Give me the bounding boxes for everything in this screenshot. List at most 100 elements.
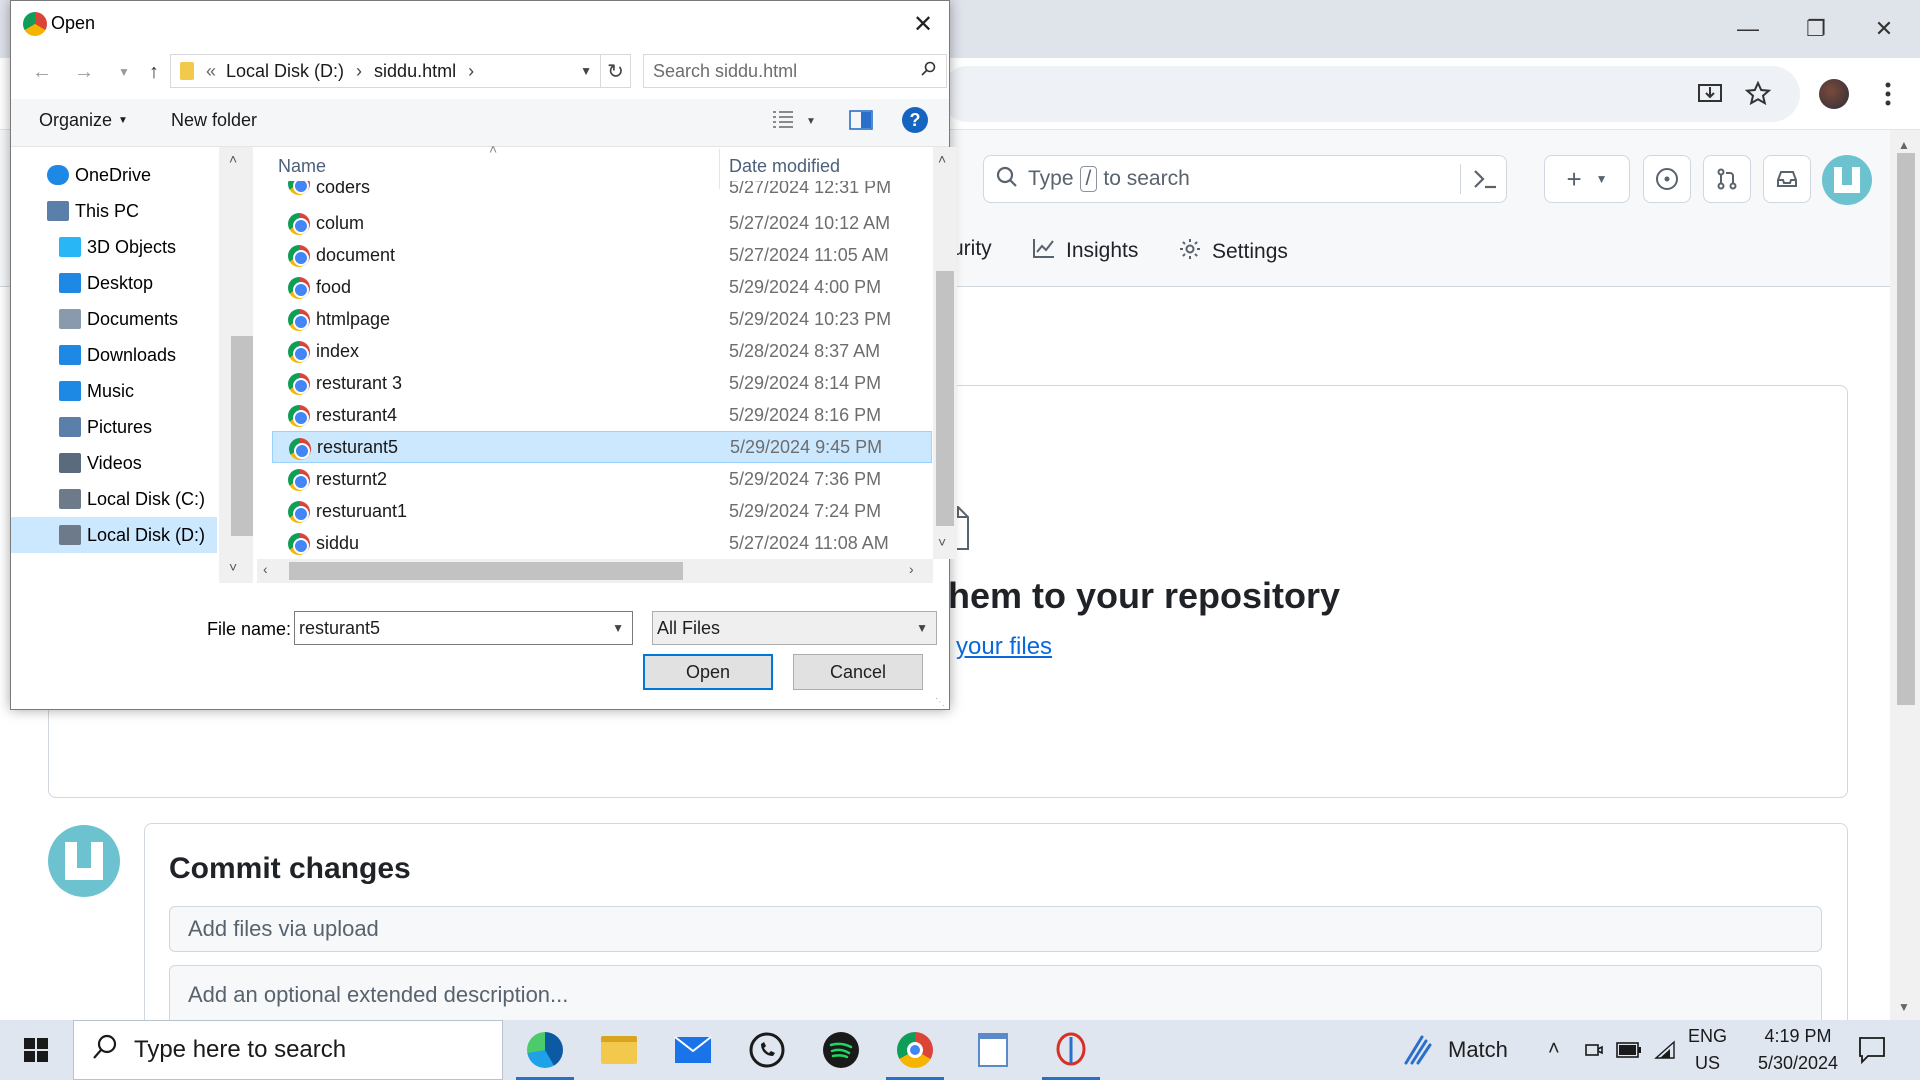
github-search-input[interactable]: Type / to search bbox=[983, 155, 1507, 203]
sidebar-item-3d-objects[interactable]: 3D Objects bbox=[11, 229, 217, 265]
file-row[interactable]: htmlpage 5/29/2024 10:23 PM bbox=[272, 303, 932, 335]
file-row[interactable]: colum 5/27/2024 10:12 AM bbox=[272, 207, 932, 239]
chevron-up-icon[interactable]: ˄ bbox=[1548, 1038, 1560, 1061]
preview-pane-icon[interactable] bbox=[849, 110, 873, 135]
scroll-right-icon[interactable]: › bbox=[909, 561, 914, 577]
restore-window-button[interactable]: ❐ bbox=[1782, 0, 1850, 58]
spotify-icon[interactable] bbox=[806, 1020, 876, 1080]
inbox-icon[interactable] bbox=[1763, 155, 1811, 203]
back-arrow-icon[interactable]: ← bbox=[25, 57, 59, 87]
sidebar-item-documents[interactable]: Documents bbox=[11, 301, 217, 337]
edge-icon[interactable] bbox=[510, 1020, 580, 1080]
folder-search-input[interactable]: Search siddu.html bbox=[643, 54, 947, 88]
scroll-up-arrow-icon[interactable]: ▲ bbox=[1898, 138, 1910, 152]
new-folder-button[interactable]: New folder bbox=[171, 110, 257, 131]
tab-security[interactable]: urity bbox=[952, 237, 992, 261]
chrome-icon[interactable] bbox=[880, 1020, 950, 1080]
address-bar[interactable] bbox=[940, 66, 1800, 122]
issues-icon[interactable] bbox=[1643, 155, 1691, 203]
dialog-title-bar[interactable]: Open ✕ bbox=[11, 1, 949, 47]
help-icon[interactable]: ? bbox=[902, 107, 928, 133]
sidebar-item-music[interactable]: Music bbox=[11, 373, 217, 409]
bookmark-star-icon[interactable] bbox=[1740, 76, 1776, 112]
column-header-name[interactable]: Name bbox=[278, 156, 326, 177]
file-list-horizontal-scroll-thumb[interactable] bbox=[289, 562, 683, 580]
up-arrow-icon[interactable]: ↑ bbox=[137, 57, 171, 87]
browser-menu-icon[interactable] bbox=[1870, 76, 1906, 112]
meet-now-icon[interactable] bbox=[1584, 1040, 1604, 1065]
install-app-icon[interactable] bbox=[1692, 76, 1728, 112]
start-button[interactable] bbox=[0, 1020, 72, 1080]
sidebar-item-pictures[interactable]: Pictures bbox=[11, 409, 217, 445]
system-clock[interactable]: 4:19 PM 5/30/2024 bbox=[1743, 1023, 1853, 1077]
close-window-button[interactable]: ✕ bbox=[1850, 0, 1918, 58]
file-row[interactable]: coders 5/27/2024 12:31 PM bbox=[272, 181, 932, 199]
scroll-left-icon[interactable]: ‹ bbox=[263, 561, 268, 577]
pull-requests-icon[interactable] bbox=[1703, 155, 1751, 203]
user-avatar[interactable] bbox=[1822, 155, 1872, 205]
whatsapp-icon[interactable] bbox=[732, 1020, 802, 1080]
address-history-chevron-icon[interactable]: ▼ bbox=[580, 64, 592, 78]
open-button[interactable]: Open bbox=[643, 654, 773, 690]
taskbar-search-box[interactable]: Type here to search bbox=[73, 1020, 503, 1080]
change-view-button[interactable]: ▼ bbox=[772, 110, 816, 133]
breadcrumb-siddu-html[interactable]: siddu.html bbox=[374, 61, 456, 82]
file-row[interactable]: resturant 3 5/29/2024 8:14 PM bbox=[272, 367, 932, 399]
minimize-window-button[interactable]: — bbox=[1714, 0, 1782, 58]
file-row[interactable]: food 5/29/2024 4:00 PM bbox=[272, 271, 932, 303]
breadcrumb-overflow[interactable]: « bbox=[206, 61, 216, 82]
sidebar-item-onedrive[interactable]: OneDrive bbox=[11, 157, 217, 193]
nav-scroll-up-icon[interactable]: ˄ bbox=[229, 151, 237, 167]
file-row[interactable]: siddu 5/27/2024 11:08 AM bbox=[272, 527, 932, 559]
notification-icon[interactable] bbox=[1858, 1036, 1886, 1069]
dialog-close-icon[interactable]: ✕ bbox=[901, 7, 945, 41]
file-row[interactable]: index 5/28/2024 8:37 AM bbox=[272, 335, 932, 367]
notepad-icon[interactable] bbox=[958, 1020, 1028, 1080]
profile-avatar[interactable] bbox=[1816, 76, 1852, 112]
file-type-select[interactable]: All Files ▼ bbox=[652, 611, 937, 645]
breadcrumb-separator-icon[interactable]: › bbox=[356, 61, 362, 82]
list-scroll-down-icon[interactable]: ˅ bbox=[938, 534, 946, 550]
cancel-button[interactable]: Cancel bbox=[793, 654, 923, 690]
command-palette-icon[interactable] bbox=[1472, 167, 1498, 196]
chevron-down-icon[interactable]: ▼ bbox=[612, 621, 624, 635]
file-row[interactable]: resturnt2 5/29/2024 7:36 PM bbox=[272, 463, 932, 495]
choose-files-link[interactable]: your files bbox=[956, 633, 1052, 661]
input-language[interactable]: ENG US bbox=[1688, 1023, 1727, 1077]
list-scroll-up-icon[interactable]: ˄ bbox=[938, 151, 946, 167]
wifi-icon[interactable] bbox=[1654, 1040, 1676, 1065]
scroll-down-arrow-icon[interactable]: ▼ bbox=[1898, 1000, 1910, 1014]
tab-insights[interactable]: Insights bbox=[1032, 237, 1138, 265]
nav-pane-scroll-thumb[interactable] bbox=[231, 336, 253, 536]
nav-scroll-down-icon[interactable]: ˅ bbox=[229, 559, 237, 575]
resize-grip-icon[interactable]: ⋱ bbox=[935, 697, 945, 708]
commit-summary-input[interactable]: Add files via upload bbox=[169, 906, 1822, 952]
sidebar-item-this-pc[interactable]: This PC bbox=[11, 193, 217, 229]
forward-arrow-icon[interactable]: → bbox=[67, 57, 101, 87]
create-new-button[interactable]: + ▼ bbox=[1544, 155, 1630, 203]
address-breadcrumb[interactable]: « Local Disk (D:) › siddu.html › ▼ bbox=[170, 54, 601, 88]
organize-button[interactable]: Organize ▼ bbox=[39, 110, 128, 131]
file-row[interactable]: resturuant1 5/29/2024 7:24 PM bbox=[272, 495, 932, 527]
file-row[interactable]: resturant5 5/29/2024 9:45 PM bbox=[272, 431, 932, 463]
breadcrumb-separator-icon[interactable]: › bbox=[468, 61, 474, 82]
recent-locations-icon[interactable]: ▼ bbox=[107, 57, 141, 87]
sidebar-item-videos[interactable]: Videos bbox=[11, 445, 217, 481]
file-row[interactable]: resturant4 5/29/2024 8:16 PM bbox=[272, 399, 932, 431]
file-list-scroll-thumb[interactable] bbox=[936, 271, 954, 526]
refresh-icon[interactable]: ↻ bbox=[601, 54, 631, 88]
file-explorer-icon[interactable] bbox=[584, 1020, 654, 1080]
file-row[interactable]: document 5/27/2024 11:05 AM bbox=[272, 239, 932, 271]
paint-icon[interactable] bbox=[1036, 1020, 1106, 1080]
sidebar-item-local-disk-d[interactable]: Local Disk (D:) bbox=[11, 517, 217, 553]
column-header-date-modified[interactable]: Date modified bbox=[729, 156, 840, 177]
breadcrumb-local-disk-d[interactable]: Local Disk (D:) bbox=[226, 61, 344, 82]
sidebar-item-local-disk-c[interactable]: Local Disk (C:) bbox=[11, 481, 217, 517]
sidebar-item-downloads[interactable]: Downloads bbox=[11, 337, 217, 373]
battery-icon[interactable] bbox=[1616, 1042, 1642, 1063]
mail-icon[interactable] bbox=[658, 1020, 728, 1080]
weather-widget[interactable]: Match bbox=[1400, 1030, 1508, 1070]
file-name-input[interactable]: resturant5 ▼ bbox=[294, 611, 633, 645]
tab-settings[interactable]: Settings bbox=[1178, 237, 1288, 267]
sidebar-item-desktop[interactable]: Desktop bbox=[11, 265, 217, 301]
